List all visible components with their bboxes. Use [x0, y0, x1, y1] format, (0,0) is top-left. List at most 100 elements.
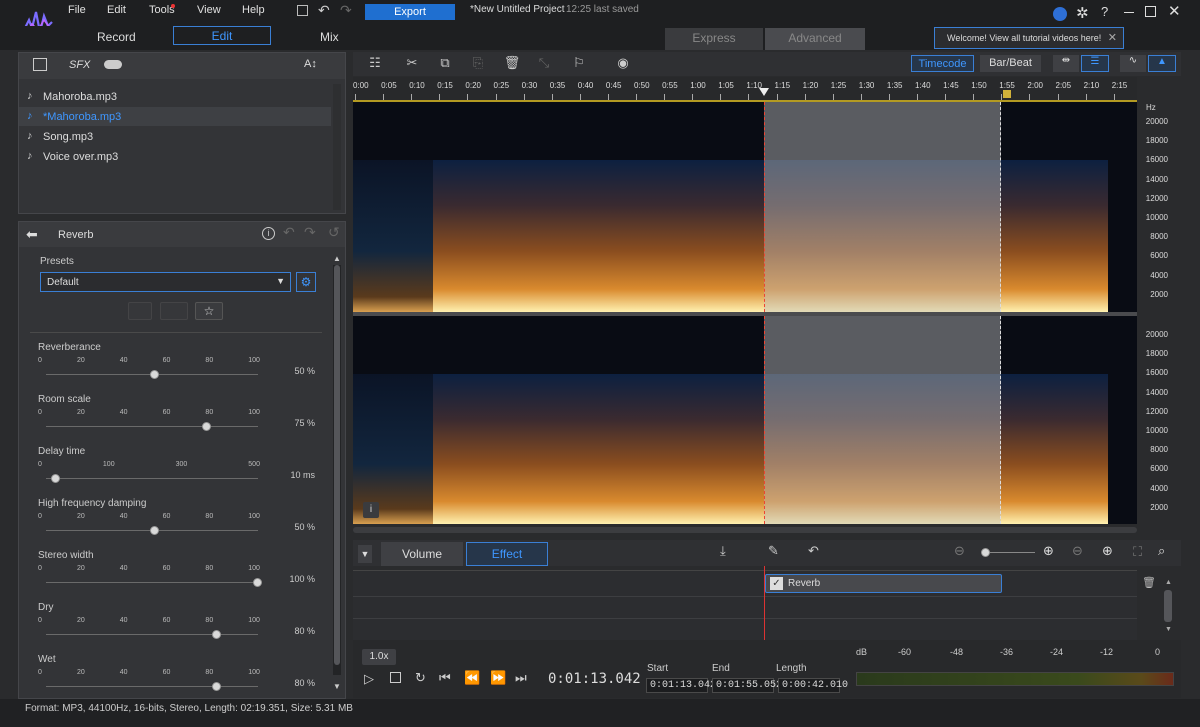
tab-express[interactable]: Express	[665, 28, 763, 50]
presets-dropdown[interactable]: Default ▼	[40, 272, 291, 292]
scroll-thumb[interactable]	[334, 265, 340, 665]
spectrum-display-icon[interactable]: ▲	[1148, 55, 1176, 72]
marker-icon[interactable]: ⚐	[570, 55, 588, 73]
reverb-effect-clip[interactable]: ✓ Reverb	[765, 574, 1002, 593]
lane-scrollbar[interactable]	[1164, 590, 1172, 622]
loop-icon[interactable]: ↻	[415, 670, 426, 686]
zoom-fit-icon[interactable]: ⛶	[1133, 544, 1142, 560]
info-icon[interactable]: i	[262, 227, 275, 240]
undo-effect-icon[interactable]: ↶	[283, 224, 295, 241]
library-scrollbar[interactable]	[333, 84, 341, 210]
edit-keyframe-icon[interactable]: ✎	[768, 543, 779, 559]
playhead-marker[interactable]	[759, 88, 769, 96]
slider-knob[interactable]	[150, 370, 159, 379]
selection-overlay[interactable]	[764, 102, 1001, 312]
scroll-down-icon[interactable]: ▼	[333, 682, 341, 691]
tab-volume[interactable]: Volume	[381, 542, 463, 566]
start-time-field[interactable]: 0:01:13.042	[646, 678, 716, 693]
end-time-field[interactable]: 0:01:55.052	[712, 678, 782, 693]
help-icon[interactable]: ?	[1101, 4, 1108, 19]
tab-record[interactable]: Record	[97, 30, 136, 44]
undo-keyframe-icon[interactable]: ↶	[808, 543, 819, 559]
slider-track[interactable]	[46, 478, 258, 479]
h-scrollbar[interactable]	[353, 527, 1137, 533]
insert-keyframe-icon[interactable]: ⤓	[720, 543, 726, 559]
spectrogram-left-channel[interactable]	[353, 102, 1137, 312]
slider-knob[interactable]	[211, 630, 221, 639]
length-time-field[interactable]: 0:00:42.010	[778, 678, 848, 693]
barbeat-toggle[interactable]: Bar/Beat	[980, 55, 1041, 72]
cut-icon[interactable]: ✂	[403, 55, 421, 73]
slider-knob[interactable]	[253, 578, 262, 587]
tab-mix[interactable]: Mix	[320, 30, 339, 44]
tooltip-close-icon[interactable]: ✕	[1108, 31, 1117, 44]
tab-effect[interactable]: Effect	[466, 542, 548, 566]
tab-edit[interactable]: Edit	[173, 26, 271, 45]
fast-forward-icon[interactable]: ⏩	[490, 670, 506, 686]
favorite-star-icon[interactable]: ☆	[195, 302, 223, 320]
file-item[interactable]: Song.mp3	[43, 131, 93, 143]
skip-end-icon[interactable]: ⏭	[515, 670, 527, 686]
stop-icon[interactable]	[390, 672, 401, 683]
tutorial-tooltip[interactable]: Welcome! View all tutorial videos here! …	[934, 27, 1124, 49]
properties-icon[interactable]: ☷	[366, 55, 384, 73]
copy-icon[interactable]: ⧉	[436, 55, 454, 73]
speed-button[interactable]: 1.0x	[362, 649, 396, 665]
listen-icon[interactable]: ◉	[614, 55, 632, 73]
file-item[interactable]: Voice over.mp3	[43, 151, 118, 163]
redo-effect-icon[interactable]: ↷	[304, 224, 316, 241]
slider-track[interactable]	[46, 582, 258, 583]
tab-advanced[interactable]: Advanced	[765, 28, 865, 50]
checkbox-checked-icon[interactable]: ✓	[770, 577, 783, 590]
zoom-out-icon[interactable]: ⊖	[954, 543, 965, 559]
zoom-in-icon[interactable]: ⊕	[1043, 543, 1054, 559]
file-item[interactable]: Mahoroba.mp3	[43, 91, 117, 103]
preset-settings-icon[interactable]: ⚙	[296, 272, 316, 292]
selection-overlay[interactable]	[764, 316, 1001, 524]
lane-scroll-up-icon[interactable]: ▲	[1165, 579, 1172, 586]
zoom-out-vertical-icon[interactable]: ⊖	[1072, 543, 1083, 559]
paste-icon[interactable]: ⎘	[469, 55, 487, 73]
reset-effect-icon[interactable]: ↺	[328, 224, 340, 241]
zoom-selection-icon[interactable]: ⌕	[1158, 543, 1165, 559]
menu-file[interactable]: File	[68, 4, 86, 16]
close-icon[interactable]: ✕	[1168, 2, 1181, 20]
back-arrow-icon[interactable]: ⬅	[26, 226, 38, 243]
effect-lane[interactable]	[353, 570, 1137, 640]
scroll-up-icon[interactable]: ▲	[333, 254, 341, 263]
export-button[interactable]: Export	[365, 4, 455, 20]
menu-edit[interactable]: Edit	[107, 4, 126, 16]
end-marker[interactable]	[1003, 90, 1011, 98]
slider-knob[interactable]	[211, 682, 221, 691]
menu-view[interactable]: View	[197, 4, 221, 16]
rewind-icon[interactable]: ⏪	[464, 670, 480, 686]
text-size-button[interactable]: A↕	[304, 58, 317, 70]
timecode-toggle[interactable]: Timecode	[911, 55, 974, 72]
slider-track[interactable]	[46, 426, 258, 427]
save-icon[interactable]	[297, 5, 308, 16]
save-preset-icon[interactable]	[128, 302, 152, 320]
delete-icon[interactable]: 🗑	[503, 55, 521, 73]
waveform-view-icon[interactable]: ⇹	[1053, 55, 1079, 72]
effect-scrollbar[interactable]	[333, 265, 341, 675]
zoom-slider-track[interactable]	[983, 552, 1035, 553]
slider-track[interactable]	[46, 686, 258, 687]
wave-display-icon[interactable]: ∿	[1120, 55, 1146, 72]
redo-icon[interactable]: ↷	[340, 2, 352, 19]
sfx-button[interactable]: SFX	[69, 59, 90, 71]
info-button[interactable]: i	[363, 502, 379, 518]
multitrack-view-icon[interactable]: ☰	[1081, 55, 1109, 72]
undo-icon[interactable]: ↶	[318, 2, 330, 19]
import-icon[interactable]	[33, 58, 47, 71]
menu-help[interactable]: Help	[242, 4, 265, 16]
slider-knob[interactable]	[201, 422, 211, 431]
slider-track[interactable]	[46, 634, 258, 635]
play-icon[interactable]: ▷	[364, 671, 374, 687]
lane-scroll-down-icon[interactable]: ▼	[1165, 626, 1172, 633]
delete-preset-icon[interactable]	[160, 302, 188, 320]
settings-icon[interactable]: ✲	[1076, 4, 1089, 22]
crop-icon[interactable]: ⤡	[535, 55, 553, 73]
collapse-icon[interactable]: ▼	[358, 545, 372, 563]
zoom-slider-knob[interactable]	[981, 548, 990, 557]
slider-knob[interactable]	[150, 526, 159, 535]
